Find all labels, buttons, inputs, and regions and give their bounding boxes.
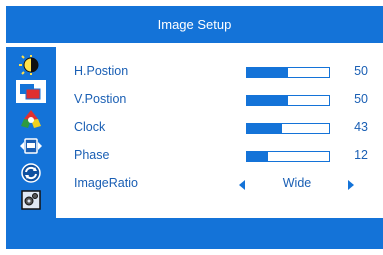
setting-row-v-position[interactable]: V.Postion 50 [56, 90, 383, 110]
slider-fill [247, 124, 283, 133]
settings-panel: H.Postion 50 V.Postion 50 Clock 43 Phase [56, 47, 383, 218]
setting-value: 43 [354, 120, 368, 134]
setting-value: 50 [354, 92, 368, 106]
setting-row-phase[interactable]: Phase 12 [56, 146, 383, 166]
bottom-bar [6, 218, 383, 249]
osd-setup-icon[interactable] [16, 134, 46, 157]
osd-menu: Image Setup H.Postion 50 V.Postion 50 Cl… [0, 0, 383, 255]
setting-label: ImageRatio [74, 176, 138, 190]
setting-row-image-ratio[interactable]: ImageRatio Wide [56, 174, 383, 194]
image-setup-icon[interactable] [16, 80, 46, 103]
slider-fill [247, 68, 288, 77]
setting-slider[interactable] [246, 95, 330, 106]
brightness-contrast-icon[interactable] [16, 53, 46, 76]
setting-slider[interactable] [246, 67, 330, 78]
setting-label: Clock [74, 120, 106, 134]
setting-slider[interactable] [246, 151, 330, 162]
setting-slider[interactable] [246, 123, 330, 134]
misc-settings-icon[interactable] [16, 188, 46, 211]
right-arrow-icon[interactable] [348, 180, 354, 190]
setting-value: 12 [354, 148, 368, 162]
image-ratio-value: Wide [282, 176, 312, 190]
osd-title: Image Setup [6, 6, 383, 43]
slider-fill [247, 152, 268, 161]
setting-row-h-position[interactable]: H.Postion 50 [56, 62, 383, 82]
left-arrow-icon[interactable] [239, 180, 245, 190]
setting-row-clock[interactable]: Clock 43 [56, 118, 383, 138]
reset-icon[interactable] [16, 161, 46, 184]
slider-fill [247, 96, 288, 105]
icon-rail [6, 47, 56, 218]
setting-value: 50 [354, 64, 368, 78]
setting-label: V.Postion [74, 92, 127, 106]
setting-label: Phase [74, 148, 110, 162]
setting-label: H.Postion [74, 64, 129, 78]
color-setup-icon[interactable] [16, 107, 46, 130]
